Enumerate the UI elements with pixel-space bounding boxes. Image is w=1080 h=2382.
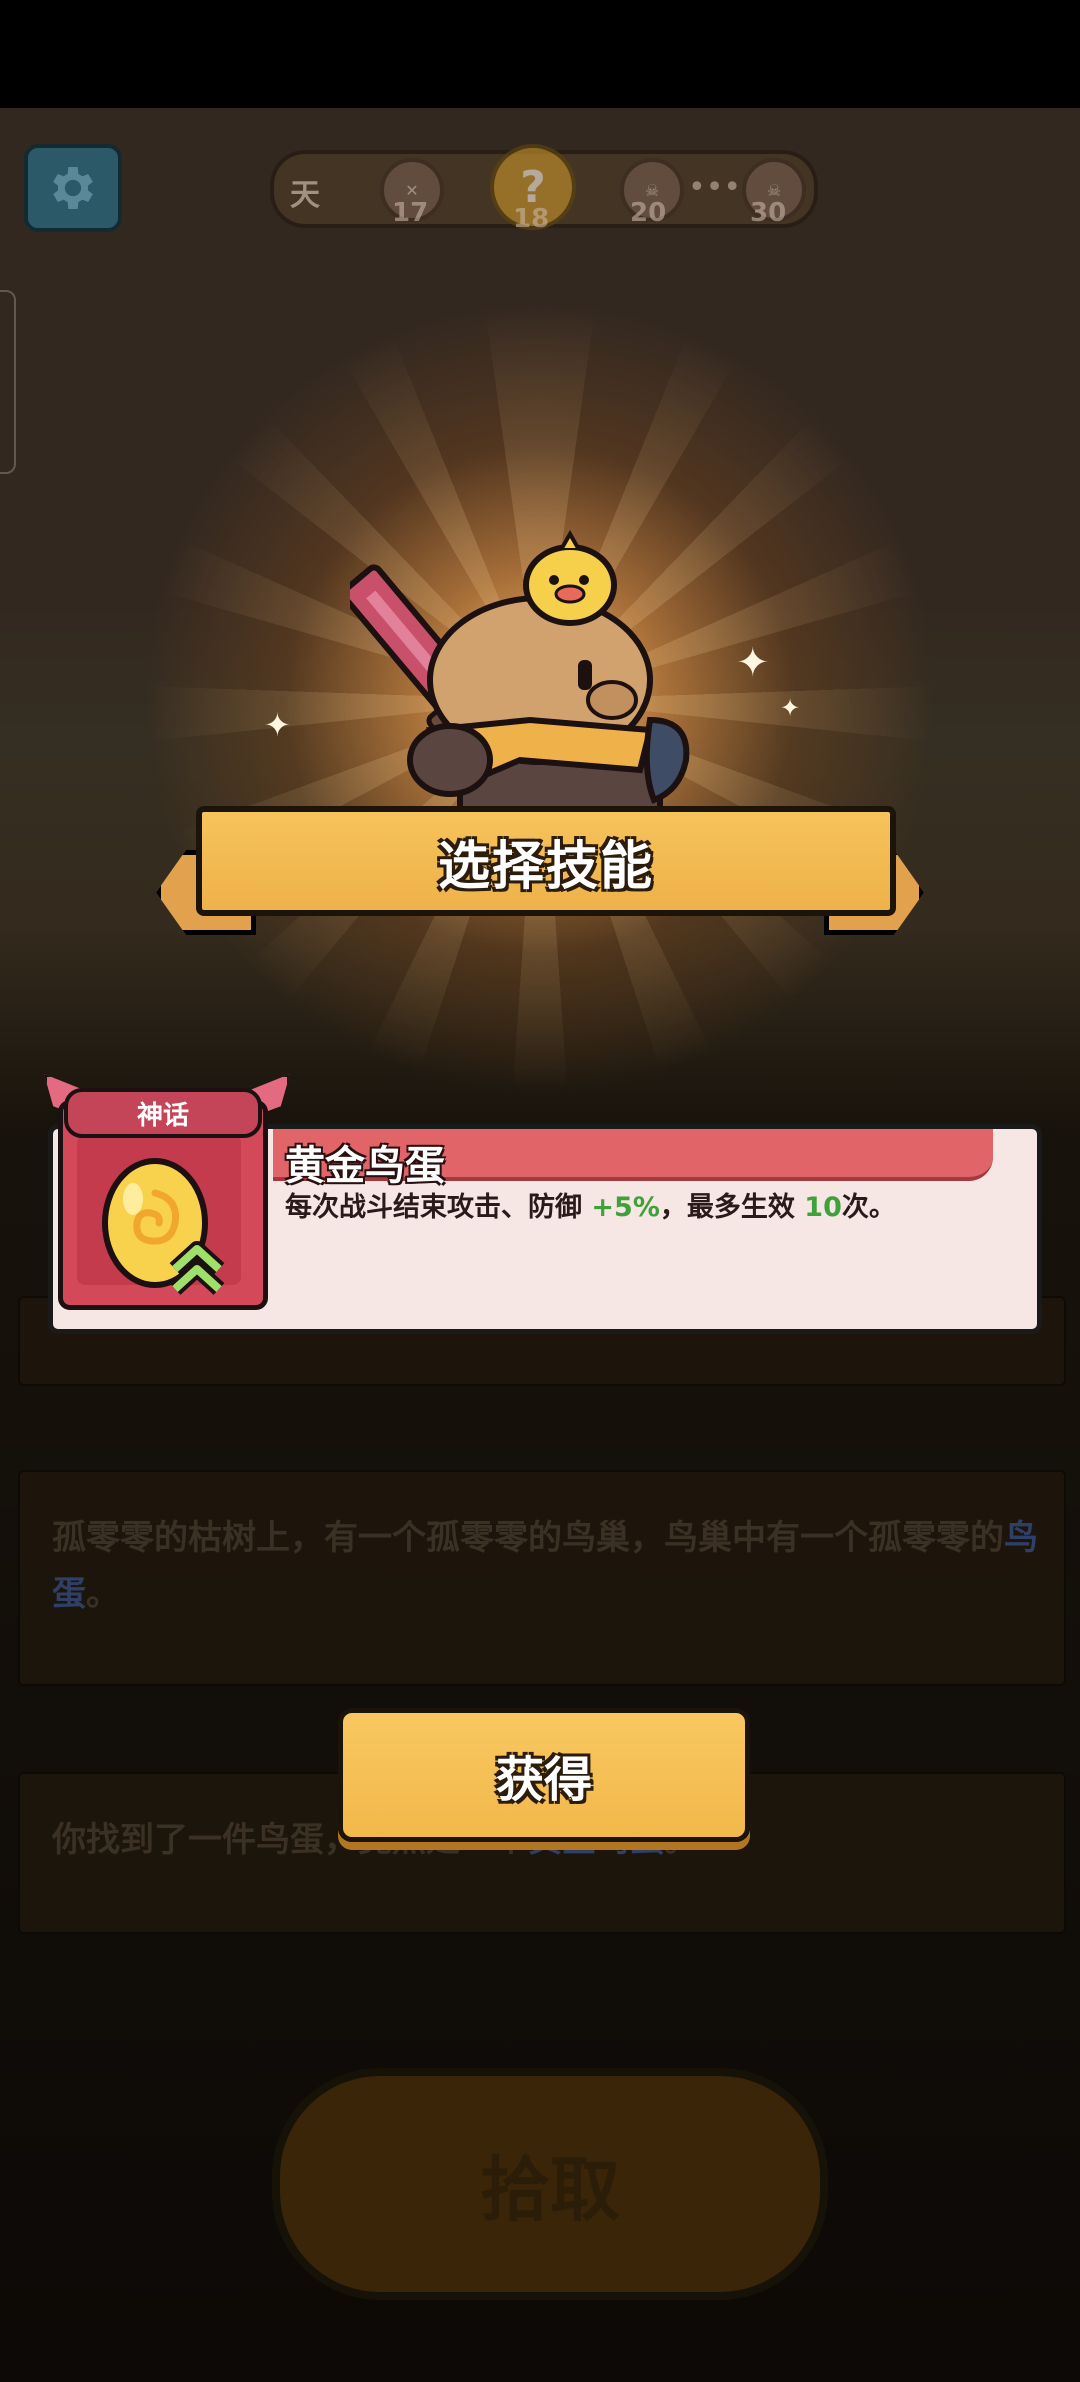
sparkle-icon: ✦ [780, 694, 801, 722]
get-button[interactable]: 获得 [338, 1708, 750, 1842]
pickup-button-label: 拾取 [480, 2148, 620, 2231]
modal-title: 选择技能 [437, 836, 654, 897]
ribbon-banner: 选择技能 [196, 806, 896, 916]
story-text-suffix: 。 [86, 1574, 120, 1614]
stage-number: 20 [630, 198, 667, 228]
golden-egg-icon [102, 1158, 225, 1295]
stage-number: 30 [750, 198, 787, 228]
stage-number: 18 [513, 204, 550, 234]
sparkle-icon: ✦ [264, 706, 291, 744]
skill-desc-text: 次。 [841, 1192, 896, 1223]
pickup-button[interactable]: 拾取 [272, 2068, 828, 2300]
gear-icon [53, 167, 93, 209]
get-button-label: 获得 [495, 1752, 592, 1808]
ellipsis-dots: ••• [688, 170, 742, 205]
side-panel-tab[interactable] [0, 290, 16, 474]
skill-desc-value: 10 [804, 1192, 842, 1223]
skill-desc-value: +5% [591, 1192, 660, 1223]
skill-desc-text: 每次战斗结束攻击、防御 [285, 1192, 592, 1223]
day-label: 天 [290, 178, 320, 213]
stage-number: 17 [392, 198, 429, 228]
rarity-tag: 神话 [64, 1088, 262, 1138]
story-text: 孤零零的枯树上，有一个孤零零的鸟巢，鸟巢中有一个孤零零的鸟蛋。 [52, 1510, 1042, 1622]
settings-button[interactable] [24, 144, 122, 232]
title-ribbon: 选择技能 [150, 800, 930, 940]
game-screen: 天 ✕ 17 ? 18 ☠ 20 ••• ☠ 30 ✦ ✦ ✦ ✦ [0, 0, 1080, 2382]
skill-name: 黄金鸟蛋 [285, 1143, 445, 1189]
story-text-prefix: 孤零零的枯树上，有一个孤零零的鸟巢，鸟巢中有一个孤零零的 [52, 1518, 1004, 1558]
sparkle-icon: ✦ [736, 640, 770, 686]
skill-description: 每次战斗结束攻击、防御 +5%，最多生效 10次。 [285, 1185, 896, 1224]
capybara-hero-icon [350, 530, 690, 830]
skill-desc-text: ，最多生效 [659, 1192, 805, 1223]
